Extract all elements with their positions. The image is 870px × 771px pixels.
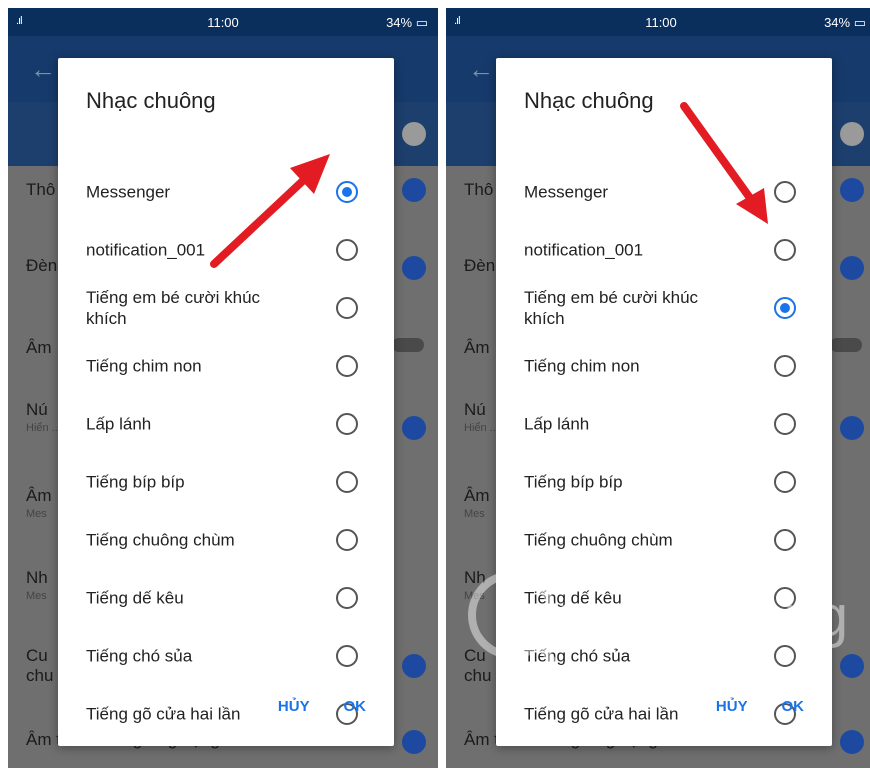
red-arrow-icon: [210, 154, 330, 268]
red-arrow-icon: [680, 102, 768, 224]
phone-screen-left: .ıl 11:00 34% ▭ ← Thô Đèn Âm Nú Hiển ... …: [8, 8, 438, 768]
phone-screen-right: .ıl 11:00 34% ▭ ← Thô Đèn Âm Nú Hiển ... …: [446, 8, 870, 768]
